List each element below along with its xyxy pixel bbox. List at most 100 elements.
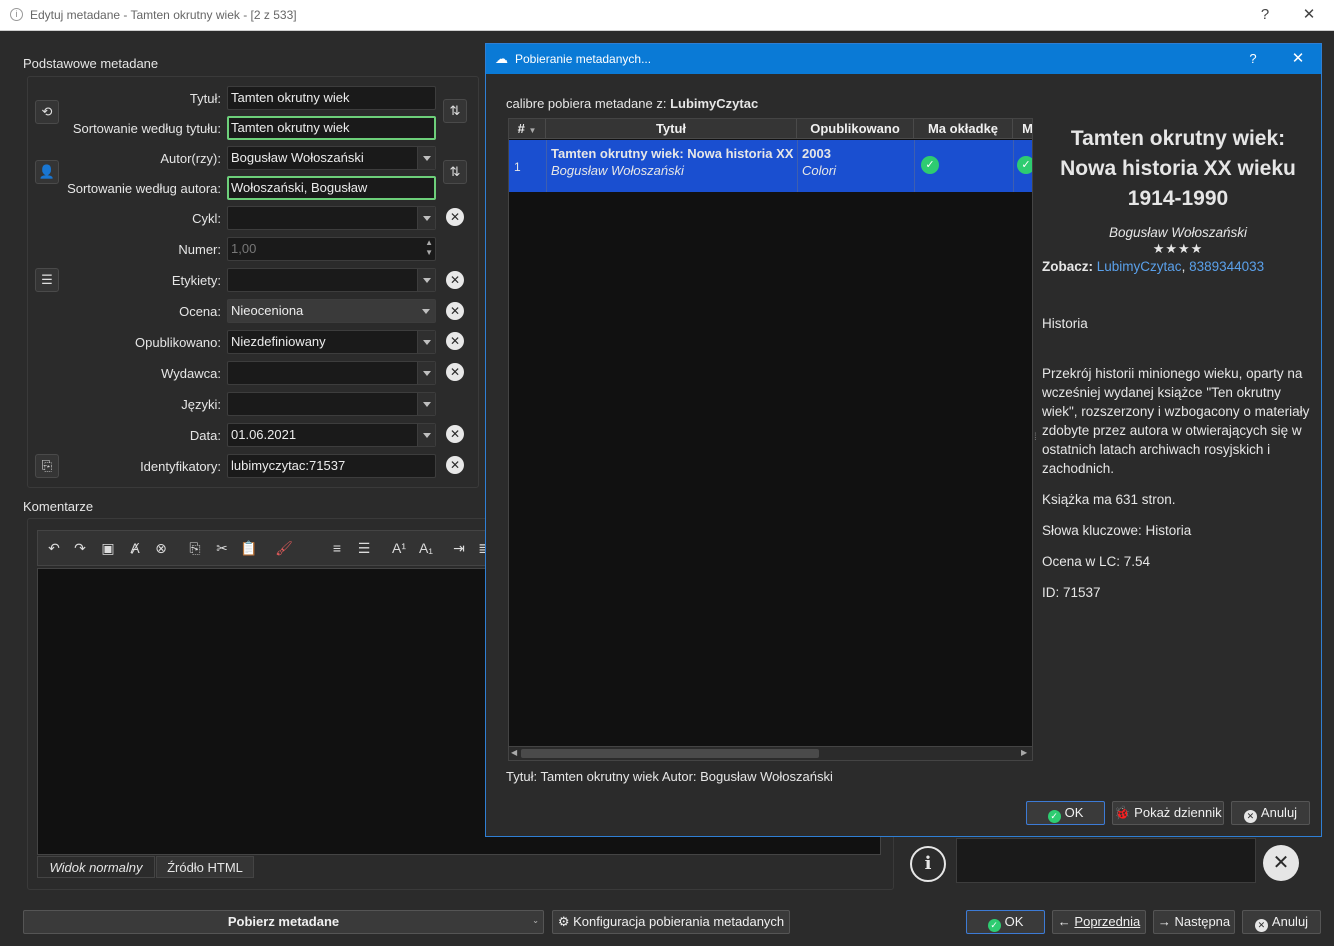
column-header-more[interactable]: M <box>1013 119 1032 139</box>
show-log-label: Pokaż dziennik <box>1134 805 1222 820</box>
subscript-icon[interactable]: A₁ <box>416 539 436 557</box>
swap-title-icon[interactable]: ⟲ <box>35 100 59 124</box>
paste-identifiers-icon[interactable]: ⎘ <box>35 454 59 478</box>
series-combo[interactable] <box>227 206 436 230</box>
chevron-down-icon[interactable] <box>417 207 435 229</box>
next-button[interactable]: → Następna <box>1153 910 1235 934</box>
author-icon[interactable]: 👤 <box>35 160 59 184</box>
unordered-list-icon[interactable]: ☰ <box>354 539 374 557</box>
dialog-titlebar: ☁ Pobieranie metadanych... ? ✕ <box>486 44 1321 74</box>
detail-genre: Historia <box>1042 316 1088 331</box>
dialog-close-button[interactable]: ✕ <box>1285 48 1311 70</box>
publisher-combo[interactable] <box>227 361 436 385</box>
indent-icon[interactable]: ⇥ <box>449 539 469 557</box>
chevron-down-icon[interactable]: ⌄ <box>532 910 539 932</box>
bug-icon: 🐞 <box>1114 805 1131 820</box>
row-author: Bogusław Wołoszański <box>551 163 684 178</box>
detail-link-lubimyczytac[interactable]: LubimyCzytac <box>1097 259 1182 274</box>
author-sort-label: Sortowanie według autora: <box>67 181 221 196</box>
clear-date-icon[interactable]: ✕ <box>446 425 464 443</box>
chevron-down-icon[interactable] <box>417 393 435 415</box>
languages-label: Języki: <box>181 397 221 412</box>
title-label: Tytuł: <box>189 91 221 106</box>
title-sort-field[interactable]: Tamten okrutny wiek <box>227 116 436 140</box>
tab-html-source[interactable]: Źródło HTML <box>156 856 254 878</box>
horizontal-scrollbar[interactable]: ◀ ▶ <box>509 746 1032 760</box>
download-metadata-button[interactable]: Pobierz metadane ⌄ <box>23 910 544 934</box>
series-number-spinbox[interactable]: 1,00 ▲ ▼ <box>227 237 436 261</box>
paste-icon[interactable]: 📋 <box>239 539 259 557</box>
results-table[interactable]: # ▼ Tytuł Opublikowano Ma okładkę M 1 Ta… <box>508 118 1033 761</box>
detail-link-isbn[interactable]: 8389344033 <box>1189 259 1264 274</box>
superscript-icon[interactable]: A¹ <box>389 539 409 557</box>
author-label: Autor(rzy): <box>160 151 221 166</box>
copy-icon[interactable]: ⎘ <box>185 539 205 557</box>
cut-icon[interactable]: ✂ <box>212 539 232 557</box>
identifiers-field[interactable]: lubimyczytac:71537 <box>227 454 436 478</box>
table-row[interactable]: 1 Tamten okrutny wiek: Nowa historia XX … <box>509 140 1032 192</box>
clear-publisher-icon[interactable]: ✕ <box>446 363 464 381</box>
clear-rating-icon[interactable]: ✕ <box>446 302 464 320</box>
clear-tags-icon[interactable]: ✕ <box>446 271 464 289</box>
close-button[interactable]: ✕ <box>1296 4 1322 26</box>
chevron-down-icon[interactable] <box>417 424 435 446</box>
author-sort-field[interactable]: Wołoszański, Bogusław <box>227 176 436 200</box>
source-name: LubimyCzytac <box>670 96 759 111</box>
chevron-down-icon[interactable] <box>417 362 435 384</box>
rating-select[interactable]: Nieoceniona <box>227 299 436 323</box>
previous-button[interactable]: ← Poprzednia <box>1052 910 1146 934</box>
info-icon[interactable]: i <box>910 846 946 882</box>
row-num: 1 <box>514 160 521 174</box>
chevron-down-icon[interactable] <box>417 300 435 322</box>
cancel-button[interactable]: ✕ Anuluj <box>1242 910 1321 934</box>
chevron-down-icon[interactable] <box>417 331 435 353</box>
scroll-right-icon[interactable]: ▶ <box>1021 748 1027 757</box>
detail-pages: Książka ma 631 stron. <box>1042 492 1176 507</box>
cell-divider <box>1013 140 1014 192</box>
dialog-ok-button[interactable]: ✓ OK <box>1026 801 1105 825</box>
dialog-cancel-button[interactable]: ✕ Anuluj <box>1231 801 1310 825</box>
column-header-num[interactable]: # ▼ <box>509 119 546 139</box>
clear-icon[interactable]: ⊗ <box>151 539 171 557</box>
scroll-left-icon[interactable]: ◀ <box>511 748 517 757</box>
select-all-icon[interactable]: ▣ <box>98 539 118 557</box>
clear-identifiers-icon[interactable]: ✕ <box>446 456 464 474</box>
title-field[interactable]: Tamten okrutny wiek <box>227 86 436 110</box>
ok-button[interactable]: ✓ OK <box>966 910 1045 934</box>
remove-cover-icon[interactable]: ✕ <box>1263 845 1299 881</box>
ordered-list-icon[interactable]: ≡ <box>327 539 347 557</box>
row-title: Tamten okrutny wiek: Nowa historia XX <box>551 146 794 161</box>
scrollbar-thumb[interactable] <box>521 749 819 758</box>
tags-editor-icon[interactable]: ☰ <box>35 268 59 292</box>
tags-combo[interactable] <box>227 268 436 292</box>
title-sort-label: Sortowanie według tytułu: <box>72 121 221 136</box>
published-combo[interactable]: Niezdefiniowany <box>227 330 436 354</box>
check-icon: ✓ <box>987 919 1001 932</box>
tags-label: Etykiety: <box>171 273 221 288</box>
date-edit[interactable]: 01.06.2021 <box>227 423 436 447</box>
swap-title-author-icon[interactable]: ⇅ <box>443 99 467 123</box>
show-log-button[interactable]: 🐞 Pokaż dziennik <box>1112 801 1224 825</box>
splitter-handle[interactable]: ⁞ <box>1034 432 1037 443</box>
clear-series-icon[interactable]: ✕ <box>446 208 464 226</box>
configure-download-button[interactable]: ⚙ Konfiguracja pobierania metadanych <box>552 910 790 934</box>
spin-arrows-icon[interactable]: ▲ ▼ <box>425 238 433 258</box>
dialog-help-button[interactable]: ? <box>1240 48 1266 70</box>
window-title: Edytuj metadane - Tamten okrutny wiek - … <box>30 8 297 22</box>
author-combo[interactable]: Bogusław Wołoszański <box>227 146 436 170</box>
brush-icon[interactable]: 🖌 <box>274 539 294 557</box>
date-label: Data: <box>189 428 221 443</box>
clear-published-icon[interactable]: ✕ <box>446 332 464 350</box>
undo-icon[interactable]: ↶ <box>44 539 64 557</box>
tab-normal-view[interactable]: Widok normalny <box>37 856 155 878</box>
languages-combo[interactable] <box>227 392 436 416</box>
column-header-has-cover[interactable]: Ma okładkę <box>914 119 1013 139</box>
chevron-down-icon[interactable] <box>417 147 435 169</box>
column-header-title[interactable]: Tytuł <box>546 119 797 139</box>
help-button[interactable]: ? <box>1252 4 1278 26</box>
remove-format-icon[interactable]: Ⱥ <box>125 539 145 557</box>
column-header-published[interactable]: Opublikowano <box>797 119 914 139</box>
chevron-down-icon[interactable] <box>417 269 435 291</box>
redo-icon[interactable]: ↷ <box>70 539 90 557</box>
swap-author-sort-icon[interactable]: ⇅ <box>443 160 467 184</box>
